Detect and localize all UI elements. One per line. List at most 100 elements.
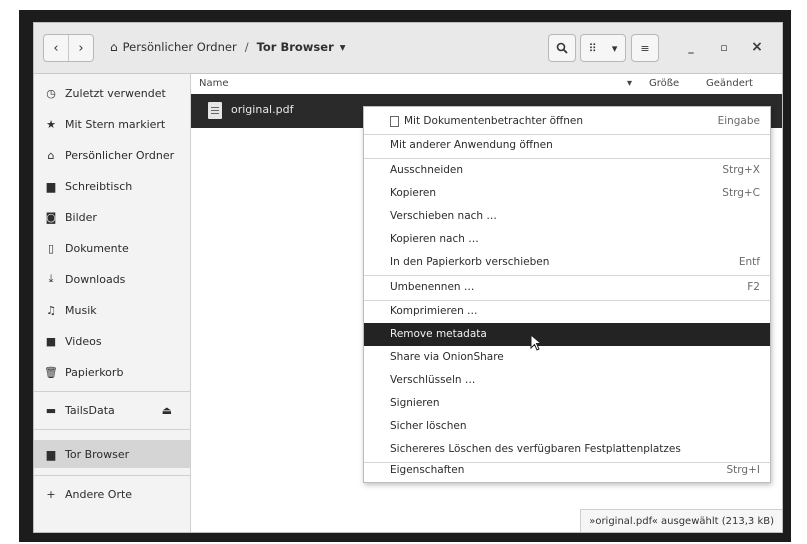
hamburger-icon: ≡ [640, 41, 650, 55]
menu-item-remove-metadata[interactable]: Remove metadata [364, 323, 770, 346]
sidebar-item-label: Dokumente [65, 241, 129, 255]
menu-item-copy-to[interactable]: Kopieren nach … [364, 228, 770, 251]
chevron-right-icon: › [78, 40, 84, 56]
sidebar-item-label: Tor Browser [65, 447, 130, 461]
menu-item-share-onionshare[interactable]: Share via OnionShare [364, 346, 770, 369]
sidebar-divider [34, 475, 190, 476]
menu-item-shortcut: Strg+X [722, 164, 760, 176]
grid-view-icon: ⠿ [588, 41, 597, 55]
folder-icon: ▆ [46, 179, 56, 193]
menu-item-shortcut: Entf [738, 256, 760, 268]
status-text: »original.pdf« ausgewählt (213,3 kB) [589, 515, 774, 527]
maximize-icon: ▫ [720, 40, 728, 54]
menu-item-label: In den Papierkorb verschieben [390, 256, 550, 268]
menu-item-encrypt[interactable]: Verschlüsseln … [364, 369, 770, 392]
document-viewer-icon [390, 116, 399, 127]
menu-item-label: Ausschneiden [390, 164, 464, 176]
sidebar-item-label: Bilder [65, 210, 97, 224]
header-bar: ‹ › ⌂ Persönlicher Ordner / Tor Browser … [34, 23, 782, 74]
menu-item-sign[interactable]: Signieren [364, 392, 770, 415]
chevron-down-icon: ▾ [339, 40, 346, 54]
sidebar-item-documents[interactable]: ▯ Dokumente [34, 236, 190, 260]
menu-item-label: Komprimieren … [390, 305, 478, 317]
menu-item-label: Share via OnionShare [390, 351, 504, 363]
search-button[interactable] [548, 34, 576, 62]
sidebar-item-tor-browser[interactable]: ▆ Tor Browser [34, 440, 190, 468]
menu-item-secure-delete[interactable]: Sicher löschen [364, 415, 770, 438]
breadcrumb-home-label: Persönlicher Ordner [122, 40, 237, 54]
context-menu: Mit Dokumentenbetrachter öffnen Eingabe … [363, 106, 771, 483]
menu-item-label: Sicher löschen [390, 420, 467, 432]
menu-item-copy[interactable]: Kopieren Strg+C [364, 182, 770, 205]
breadcrumb-current[interactable]: Tor Browser ▾ [257, 40, 346, 54]
search-icon [556, 42, 568, 54]
column-size[interactable]: Größe [649, 78, 679, 89]
view-options-arrow-icon: ▾ [611, 41, 618, 55]
sidebar-item-label: Schreibtisch [65, 179, 133, 193]
menu-button[interactable]: ≡ [631, 34, 659, 62]
plus-icon: + [46, 487, 56, 501]
sidebar-item-recent[interactable]: ◷ Zuletzt verwendet [34, 81, 190, 105]
menu-item-open-with-other[interactable]: Mit anderer Anwendung öffnen [364, 134, 770, 157]
minimize-button[interactable]: _ [682, 38, 700, 56]
menu-item-rename[interactable]: Umbenennen … F2 [364, 276, 770, 299]
column-name[interactable]: Name [199, 78, 229, 89]
menu-item-label: Umbenennen … [390, 281, 475, 293]
music-icon: ♫ [46, 303, 56, 317]
menu-item-label: Kopieren [390, 187, 437, 199]
column-header: Name ▾ Größe Geändert [191, 74, 782, 95]
forward-button[interactable]: › [68, 35, 93, 61]
sidebar-item-label: Papierkorb [65, 365, 124, 379]
download-icon: ⤓ [48, 272, 54, 285]
star-icon: ★ [46, 117, 56, 131]
sidebar-item-videos[interactable]: ■ Videos [34, 329, 190, 353]
sidebar-item-label: TailsData [65, 403, 115, 417]
column-modified[interactable]: Geändert [706, 78, 753, 89]
menu-item-properties[interactable]: Eigenschaften Strg+I [364, 459, 770, 482]
sidebar-item-label: Musik [65, 303, 97, 317]
menu-item-label: Mit Dokumentenbetrachter öffnen [404, 115, 584, 127]
sidebar-item-music[interactable]: ♫ Musik [34, 298, 190, 322]
view-toggle-button[interactable]: ⠿ ▾ [580, 34, 626, 62]
sidebar-item-trash[interactable]: 🗑 Papierkorb [34, 360, 190, 384]
menu-item-move-to[interactable]: Verschieben nach … [364, 205, 770, 228]
sidebar-item-home[interactable]: ⌂ Persönlicher Ordner [34, 143, 190, 167]
menu-item-label: Sichereres Löschen des verfügbaren Festp… [390, 443, 681, 455]
menu-item-wipe-free-space[interactable]: Sichereres Löschen des verfügbaren Festp… [364, 438, 770, 461]
sidebar-item-label: Persönlicher Ordner [65, 148, 175, 162]
file-name: original.pdf [231, 103, 294, 116]
status-bar: »original.pdf« ausgewählt (213,3 kB) [580, 509, 782, 532]
menu-item-open-with-viewer[interactable]: Mit Dokumentenbetrachter öffnen Eingabe [364, 110, 770, 133]
mouse-pointer-icon [530, 334, 543, 351]
menu-item-label: Signieren [390, 397, 440, 409]
sidebar-item-label: Andere Orte [65, 487, 133, 501]
minimize-icon: _ [688, 40, 694, 54]
trash-icon: 🗑 [44, 365, 58, 379]
menu-item-move-to-trash[interactable]: In den Papierkorb verschieben Entf [364, 251, 770, 274]
close-button[interactable]: × [748, 38, 766, 56]
sidebar-item-other-locations[interactable]: + Andere Orte [34, 482, 190, 506]
sidebar-item-pictures[interactable]: ◙ Bilder [34, 205, 190, 229]
sidebar: ◷ Zuletzt verwendet ★ Mit Stern markiert… [34, 74, 191, 532]
document-icon [208, 102, 222, 119]
sidebar-item-label: Videos [65, 334, 102, 348]
breadcrumb-home[interactable]: ⌂ Persönlicher Ordner [110, 40, 237, 54]
menu-item-label: Remove metadata [390, 328, 487, 340]
sidebar-item-downloads[interactable]: ⤓ Downloads [34, 267, 190, 291]
sidebar-divider [34, 391, 190, 392]
menu-item-cut[interactable]: Ausschneiden Strg+X [364, 159, 770, 182]
home-icon: ⌂ [47, 148, 55, 162]
chevron-left-icon: ‹ [53, 40, 59, 56]
sidebar-item-desktop[interactable]: ▆ Schreibtisch [34, 174, 190, 198]
navigation-buttons: ‹ › [43, 34, 94, 62]
menu-item-compress[interactable]: Komprimieren … [364, 300, 770, 323]
menu-item-shortcut: Strg+I [726, 464, 760, 476]
sidebar-item-tailsdata[interactable]: ▬ TailsData ⏏ [34, 398, 190, 422]
sidebar-item-starred[interactable]: ★ Mit Stern markiert [34, 112, 190, 136]
eject-icon[interactable]: ⏏ [162, 404, 172, 417]
menu-item-label: Verschieben nach … [390, 210, 497, 222]
close-icon: × [751, 39, 763, 55]
maximize-button[interactable]: ▫ [715, 38, 733, 56]
back-button[interactable]: ‹ [44, 35, 68, 61]
menu-item-shortcut: F2 [747, 281, 760, 293]
